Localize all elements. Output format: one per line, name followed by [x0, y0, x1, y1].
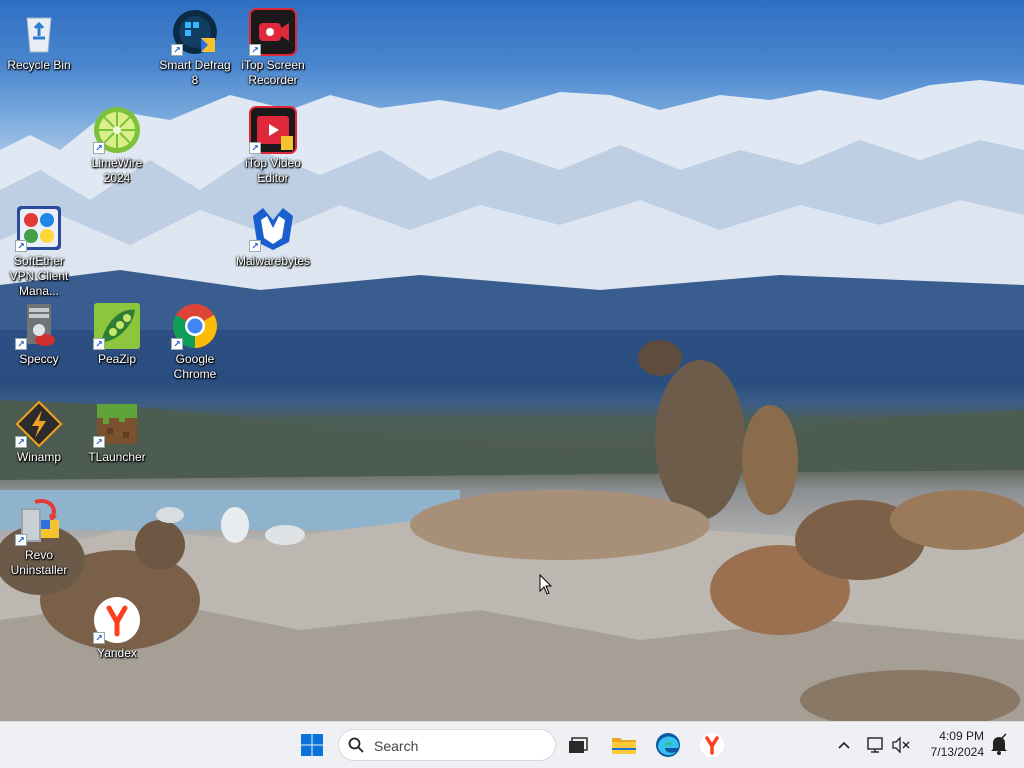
revo-uninstaller-icon: ↗: [15, 498, 63, 546]
desktop-icon-label: PeaZip: [97, 352, 137, 366]
shortcut-arrow-icon: ↗: [249, 44, 261, 56]
malwarebytes-icon: ↗: [249, 204, 297, 252]
shortcut-arrow-icon: ↗: [93, 338, 105, 350]
chevron-up-icon: [838, 741, 850, 749]
windows-start-icon: [301, 734, 323, 756]
edge-button[interactable]: [652, 729, 684, 761]
yandex-icon: ↗: [93, 596, 141, 644]
recycle-bin-icon: [15, 8, 63, 56]
shortcut-arrow-icon: ↗: [93, 632, 105, 644]
quick-settings-button[interactable]: [862, 729, 914, 761]
softether-vpn-icon: ↗: [15, 204, 63, 252]
desktop-icon-itop-video-editor[interactable]: ↗ iTop Video Editor: [234, 106, 312, 200]
file-explorer-button[interactable]: [608, 729, 640, 761]
shortcut-arrow-icon: ↗: [15, 338, 27, 350]
desktop-icon-speccy[interactable]: ↗ Speccy: [0, 302, 78, 396]
winamp-icon: ↗: [15, 400, 63, 448]
desktop-icon-yandex[interactable]: ↗ Yandex: [78, 596, 156, 690]
shortcut-arrow-icon: ↗: [171, 44, 183, 56]
desktop-icon-peazip[interactable]: ↗ PeaZip: [78, 302, 156, 396]
desktop-icon-google-chrome[interactable]: ↗ Google Chrome: [156, 302, 234, 396]
desktop-icon-label: Recycle Bin: [7, 58, 71, 72]
edge-icon: [656, 733, 680, 757]
search-placeholder: Search: [374, 738, 419, 754]
desktop-icon-limewire[interactable]: ↗ LimeWire 2024: [78, 106, 156, 200]
peazip-icon: ↗: [93, 302, 141, 350]
shortcut-arrow-icon: ↗: [15, 534, 27, 546]
desktop-icon-winamp[interactable]: ↗ Winamp: [0, 400, 78, 494]
clock-time[interactable]: 4:09 PM: [914, 729, 984, 743]
limewire-icon: ↗: [93, 106, 141, 154]
desktop-icon-label: Smart Defrag 8: [159, 58, 231, 87]
desktop-icon-label: LimeWire 2024: [91, 156, 143, 185]
mouse-cursor-icon: [539, 573, 553, 596]
shortcut-arrow-icon: ↗: [249, 240, 261, 252]
desktop-icon-smart-defrag[interactable]: ↗ Smart Defrag 8: [156, 8, 234, 102]
desktop-icon-tlauncher[interactable]: ↗ TLauncher: [78, 400, 156, 494]
desktop-icon-softether-vpn[interactable]: ↗ SoftEther VPN Client Mana...: [0, 204, 78, 298]
volume-muted-icon: [892, 736, 910, 754]
taskbar-search-box[interactable]: Search: [338, 729, 556, 761]
show-hidden-icons-button[interactable]: [832, 729, 856, 761]
desktop-icon-malwarebytes[interactable]: ↗ Malwarebytes: [234, 204, 312, 298]
desktop-icon-label: Google Chrome: [173, 352, 217, 381]
notification-bell-icon: [991, 733, 1007, 755]
google-chrome-icon: ↗: [171, 302, 219, 350]
desktop-icon-label: Speccy: [19, 352, 59, 366]
desktop-icon-label: iTop Video Editor: [245, 156, 301, 185]
yandex-browser-button[interactable]: [696, 729, 728, 761]
shortcut-arrow-icon: ↗: [15, 436, 27, 448]
desktop-icon-label: Yandex: [97, 646, 137, 660]
shortcut-arrow-icon: ↗: [15, 240, 27, 252]
task-view-icon: [569, 737, 588, 753]
tlauncher-icon: ↗: [93, 400, 141, 448]
speccy-icon: ↗: [15, 302, 63, 350]
smart-defrag-icon: ↗: [171, 8, 219, 56]
desktop-icon-label: Malwarebytes: [235, 254, 311, 268]
shortcut-arrow-icon: ↗: [93, 142, 105, 154]
clock-date[interactable]: 7/13/2024: [914, 745, 984, 759]
search-icon: [348, 737, 364, 753]
shortcut-arrow-icon: ↗: [93, 436, 105, 448]
task-view-button[interactable]: [562, 729, 594, 761]
desktop-icon-revo-uninstaller[interactable]: ↗ Revo Uninstaller: [0, 498, 78, 592]
notification-center-button[interactable]: [986, 729, 1012, 761]
itop-video-editor-icon: ↗: [249, 106, 297, 154]
desktop-icon-label: Winamp: [16, 450, 61, 464]
desktop-icon-recycle-bin[interactable]: Recycle Bin: [0, 8, 78, 102]
desktop-icon-itop-screen-recorder[interactable]: ↗ iTop Screen Recorder: [234, 8, 312, 102]
file-explorer-icon: [612, 738, 636, 754]
itop-screen-recorder-icon: ↗: [249, 8, 297, 56]
desktop-icon-label: SoftEther VPN Client Mana...: [9, 254, 69, 298]
start-button[interactable]: [296, 729, 328, 761]
desktop-icon-label: Revo Uninstaller: [10, 548, 68, 577]
yandex-browser-icon: [700, 733, 724, 757]
shortcut-arrow-icon: ↗: [171, 338, 183, 350]
taskbar: Search 4:09 PM 7/13/2024: [0, 721, 1024, 768]
desktop-icon-label: TLauncher: [88, 450, 146, 464]
network-icon: [867, 737, 883, 753]
shortcut-arrow-icon: ↗: [249, 142, 261, 154]
desktop-icon-label: iTop Screen Recorder: [241, 58, 305, 87]
